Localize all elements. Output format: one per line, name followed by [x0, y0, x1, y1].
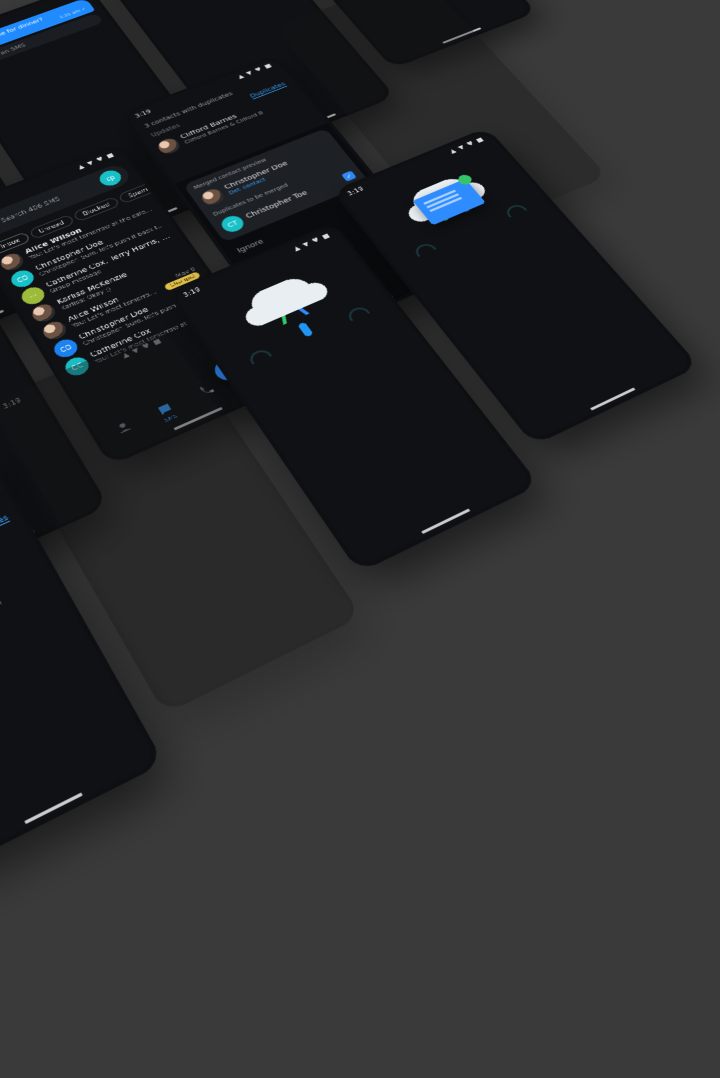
avatar	[155, 136, 183, 156]
profile-avatar[interactable]: cp	[96, 168, 124, 189]
already-account-link[interactable]: Already have an account	[339, 0, 482, 11]
avatar	[40, 319, 70, 343]
avatar	[199, 187, 228, 208]
home-indicator	[590, 388, 635, 411]
home-indicator	[421, 509, 470, 534]
thread-preview: You: Let's meet tomorrow at the cafe …	[71, 290, 159, 330]
checkbox-checked[interactable]: ✓	[341, 171, 357, 182]
home-indicator	[24, 792, 83, 824]
thread-preview: You: Let's meet tomorrow at the cafe …	[94, 316, 203, 366]
status-time: 3:19	[346, 185, 365, 197]
duplicate-row[interactable]: Karlisa Hawkins Karlisa Hawkins & Karlis…	[0, 564, 59, 677]
thread-name: Christopher Doe	[78, 282, 209, 342]
avatar: CD	[51, 336, 81, 360]
avatar: CT	[218, 213, 247, 234]
thread-name: Alice Wilson	[67, 283, 155, 325]
thread-date: May 9	[174, 266, 197, 279]
